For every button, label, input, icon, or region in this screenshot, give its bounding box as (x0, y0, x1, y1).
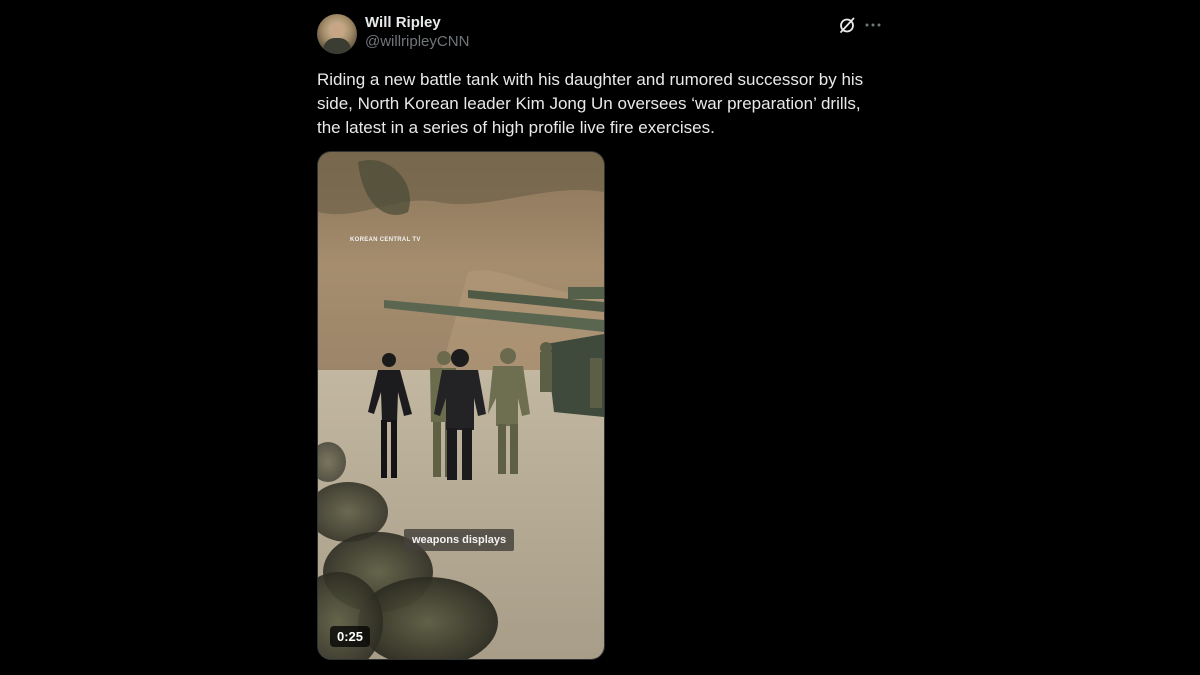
tweet-header: Will Ripley @willripleyCNN (317, 12, 883, 56)
author-avatar[interactable] (317, 14, 357, 54)
grok-icon[interactable] (837, 15, 857, 35)
author-info: Will Ripley @willripleyCNN (365, 14, 469, 52)
video-frame (318, 152, 604, 659)
video-caption: weapons displays (404, 529, 515, 551)
tweet: Will Ripley @willripleyCNN Riding a new … (317, 12, 883, 660)
tweet-text: Riding a new battle tank with his daught… (317, 70, 864, 137)
video-duration-badge: 0:25 (330, 626, 371, 647)
video-watermark: KOREAN CENTRAL TV (350, 237, 421, 243)
author-handle[interactable]: @willripleyCNN (365, 32, 469, 52)
more-options-icon[interactable] (863, 15, 883, 35)
video-player[interactable]: KOREAN CENTRAL TV weapons displays 0:25 (317, 151, 605, 660)
author-display-name[interactable]: Will Ripley (365, 14, 469, 32)
avatar-head-shape (330, 22, 344, 37)
avatar-body-shape (323, 38, 351, 54)
